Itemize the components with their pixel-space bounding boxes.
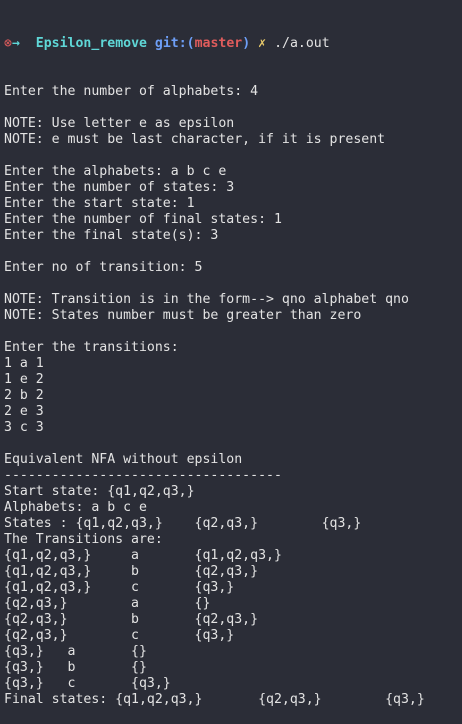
terminal-output: Enter the number of alphabets: 4 NOTE: Us… — [4, 84, 462, 708]
output-line: States : {q1,q2,q3,} {q2,q3,} {q3,} — [4, 516, 362, 531]
error-status-icon: ⊗ — [4, 36, 12, 51]
output-line: Enter the transitions: — [4, 340, 179, 355]
output-line: {q1,q2,q3,} a {q1,q2,q3,} — [4, 548, 282, 563]
git-branch: master — [194, 36, 243, 51]
git-label-close: ) — [242, 36, 251, 51]
terminal-window[interactable]: ⊗→ Epsilon_remove git:(master) ✗ ./a.out… — [0, 0, 462, 707]
output-line: Enter the number of final states: 1 — [4, 212, 282, 227]
output-line: {q2,q3,} a {} — [4, 596, 211, 611]
dirty-indicator-icon: ✗ — [258, 36, 267, 51]
output-line: 2 b 2 — [4, 388, 44, 403]
output-line: Enter no of transition: 5 — [4, 260, 203, 275]
output-line: Enter the alphabets: a b c e — [4, 164, 227, 179]
output-line: NOTE: States number must be greater than… — [4, 308, 362, 323]
output-line: {q1,q2,q3,} c {q3,} — [4, 580, 235, 595]
output-line: ----------------------------------- — [4, 468, 282, 483]
git-label: git:( — [154, 36, 195, 51]
output-line: {q3,} a {} — [4, 644, 147, 659]
output-line: Equivalent NFA without epsilon — [4, 452, 243, 467]
shell-prompt: ⊗→ Epsilon_remove git:(master) ✗ ./a.out — [4, 36, 462, 52]
output-line: 3 c 3 — [4, 420, 44, 435]
output-line: The Transitions are: — [4, 532, 163, 547]
output-line: {q2,q3,} b {q2,q3,} — [4, 612, 259, 627]
output-line: 1 a 1 — [4, 356, 44, 371]
output-line: {q3,} c {q3,} — [4, 676, 171, 691]
output-line: Alphabets: a b c e — [4, 500, 147, 515]
output-line: Start state: {q1,q2,q3,} — [4, 484, 195, 499]
output-line: NOTE: e must be last character, if it is… — [4, 132, 386, 147]
output-line: NOTE: Transition is in the form--> qno a… — [4, 292, 409, 307]
output-line: Enter the start state: 1 — [4, 196, 195, 211]
output-line: Enter the final state(s): 3 — [4, 228, 219, 243]
output-line: 1 e 2 — [4, 372, 44, 387]
output-line: Enter the number of alphabets: 4 — [4, 84, 259, 99]
current-directory: Epsilon_remove — [35, 36, 147, 51]
prompt-arrow-icon: → — [11, 36, 20, 51]
command-text: ./a.out — [274, 36, 330, 51]
output-line: {q3,} b {} — [4, 660, 147, 675]
output-line: NOTE: Use letter e as epsilon — [4, 116, 235, 131]
output-line: {q1,q2,q3,} b {q2,q3,} — [4, 564, 259, 579]
output-line: {q2,q3,} c {q3,} — [4, 628, 235, 643]
output-line: Final states: {q1,q2,q3,} {q2,q3,} {q3,} — [4, 692, 425, 707]
output-line: Enter the number of states: 3 — [4, 180, 235, 195]
output-line: 2 e 3 — [4, 404, 44, 419]
